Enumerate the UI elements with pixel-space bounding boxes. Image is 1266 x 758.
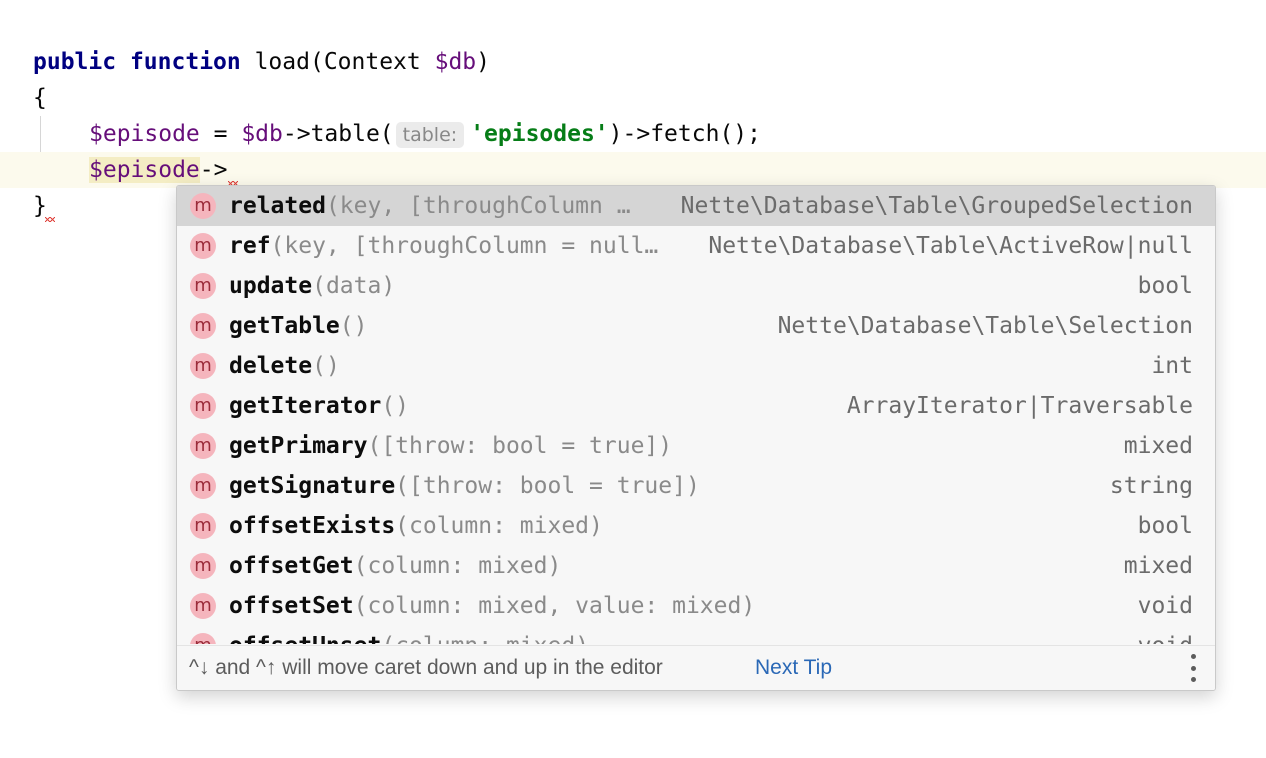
method-name: offsetGet bbox=[229, 553, 354, 579]
code-line-2: { bbox=[0, 80, 1266, 116]
method-signature: (key, [throughColumn … bbox=[325, 193, 631, 219]
completion-item[interactable]: m getSignature([throw: bool = true]) strin… bbox=[177, 466, 1215, 506]
var-db: $db bbox=[241, 121, 283, 147]
method-name: getPrimary bbox=[229, 433, 368, 459]
open-brace: { bbox=[33, 85, 47, 111]
completion-item-name: update(data) bbox=[229, 266, 395, 306]
completion-item[interactable]: m getPrimary([throw: bool = true]) mixed bbox=[177, 426, 1215, 466]
method-signature: ([throw: bool = true]) bbox=[367, 433, 673, 459]
method-icon: m bbox=[190, 593, 216, 619]
return-type: Nette\Database\Table\GroupedSelection bbox=[680, 193, 1193, 219]
method-name: getTable bbox=[229, 313, 340, 339]
return-type: bool bbox=[1137, 513, 1193, 539]
method-icon: m bbox=[190, 233, 216, 259]
method-icon: m bbox=[190, 353, 216, 379]
method-name: getSignature bbox=[229, 473, 396, 499]
var-episode: $episode bbox=[89, 121, 200, 147]
close-brace: } bbox=[33, 193, 47, 219]
return-type: void bbox=[1138, 626, 1193, 644]
completion-item-name: offsetGet(column: mixed) bbox=[229, 546, 561, 586]
more-vertical-icon[interactable] bbox=[1189, 654, 1197, 682]
code-line-4[interactable]: $episode-> bbox=[0, 152, 1266, 188]
completion-item-name: getTable() bbox=[229, 306, 367, 346]
method-signature: (key, [throughColumn = null… bbox=[270, 233, 659, 259]
return-type: bool bbox=[1137, 273, 1193, 299]
method-icon: m bbox=[190, 193, 216, 219]
completion-item[interactable]: m offsetGet(column: mixed) mixed bbox=[177, 546, 1215, 586]
method-signature: (column: mixed) bbox=[381, 633, 589, 644]
method-signature: () bbox=[381, 393, 410, 419]
function-signature: load(Context bbox=[240, 49, 435, 75]
completion-item-name: getSignature([throw: bool = true]) bbox=[229, 466, 700, 506]
completion-item-name: getPrimary([throw: bool = true]) bbox=[229, 426, 672, 466]
return-type: mixed bbox=[1123, 553, 1193, 579]
method-signature: () bbox=[312, 353, 340, 379]
return-type: Nette\Database\Table\ActiveRow|null bbox=[708, 233, 1193, 259]
completion-item[interactable]: m delete() int bbox=[177, 346, 1215, 386]
return-type: Nette\Database\Table\Selection bbox=[777, 313, 1193, 339]
return-type: void bbox=[1137, 593, 1193, 619]
completion-item[interactable]: m getTable() Nette\Database\Table\Selectio… bbox=[177, 306, 1215, 346]
method-icon: m bbox=[190, 313, 216, 339]
method-signature: ([throw: bool = true]) bbox=[395, 473, 700, 499]
method-name: getIterator bbox=[229, 393, 382, 419]
method-icon: m bbox=[190, 273, 216, 299]
completion-item[interactable]: m offsetExists(column: mixed) bool bbox=[177, 506, 1215, 546]
method-icon: m bbox=[190, 513, 216, 539]
method-icon: m bbox=[190, 473, 216, 499]
table-call: ->table( bbox=[282, 121, 394, 147]
completion-item-name: offsetUnset(column: mixed) bbox=[229, 626, 589, 644]
arrow-operator: -> bbox=[199, 157, 228, 183]
method-name: update bbox=[229, 273, 313, 299]
string-episodes: 'episodes' bbox=[470, 121, 609, 147]
method-name: offsetUnset bbox=[229, 633, 381, 644]
completion-item[interactable]: m getIterator() ArrayIterator|Traversable bbox=[177, 386, 1215, 426]
return-type: mixed bbox=[1123, 433, 1193, 459]
completion-footer: ^↓ and ^↑ will move caret down and up in… bbox=[177, 645, 1215, 690]
method-name: ref bbox=[229, 233, 271, 259]
return-type: string bbox=[1109, 473, 1193, 499]
completion-item[interactable]: m related(key, [throughColumn … Nette\Data… bbox=[177, 186, 1215, 226]
var-episode-current: $episode bbox=[89, 157, 200, 183]
code-line-3: $episode = $db->table(table:'episodes')-… bbox=[0, 116, 1266, 152]
completion-item[interactable]: m update(data) bool bbox=[177, 266, 1215, 306]
next-tip-link[interactable]: Next Tip bbox=[755, 646, 832, 690]
completion-item-name: ref(key, [throughColumn = null… bbox=[229, 226, 658, 266]
completion-item[interactable]: m offsetUnset(column: mixed) void bbox=[177, 626, 1215, 644]
method-name: delete bbox=[229, 353, 313, 379]
completion-item[interactable]: m offsetSet(column: mixed, value: mixed) v… bbox=[177, 586, 1215, 626]
method-name: offsetExists bbox=[229, 513, 396, 539]
completion-popup: m related(key, [throughColumn … Nette\Data… bbox=[176, 185, 1216, 691]
code-line-1: public function load(Context $db) bbox=[0, 44, 1266, 80]
tip-text: ^↓ and ^↑ will move caret down and up in… bbox=[189, 656, 663, 679]
method-signature: (column: mixed, value: mixed) bbox=[353, 593, 756, 619]
keyword-function: function bbox=[129, 49, 241, 75]
method-name: offsetSet bbox=[229, 593, 354, 619]
completion-item-name: getIterator() bbox=[229, 386, 409, 426]
method-signature: (column: mixed) bbox=[353, 553, 562, 579]
method-icon: m bbox=[190, 553, 216, 579]
completion-item[interactable]: m ref(key, [throughColumn = null… Nette\Da… bbox=[177, 226, 1215, 266]
method-signature: (data) bbox=[312, 273, 396, 299]
param-db: $db bbox=[434, 49, 477, 75]
assign-op: = bbox=[199, 121, 242, 147]
return-type: ArrayIterator|Traversable bbox=[846, 393, 1193, 419]
param-hint: table: bbox=[395, 121, 465, 148]
signature-close: ) bbox=[476, 49, 491, 75]
error-squiggle bbox=[45, 217, 55, 222]
completion-item-name: delete() bbox=[229, 346, 340, 386]
completion-item-name: offsetSet(column: mixed, value: mixed) bbox=[229, 586, 755, 626]
completion-item-name: offsetExists(column: mixed) bbox=[229, 506, 603, 546]
method-icon: m bbox=[190, 633, 216, 644]
method-icon: m bbox=[190, 433, 216, 459]
fetch-call: )->fetch(); bbox=[608, 121, 761, 147]
completion-list[interactable]: m related(key, [throughColumn … Nette\Data… bbox=[177, 186, 1215, 644]
method-signature: (column: mixed) bbox=[395, 513, 603, 539]
method-name: related bbox=[229, 193, 326, 219]
completion-item-name: related(key, [throughColumn … bbox=[229, 186, 631, 226]
keyword-public: public bbox=[33, 49, 117, 75]
method-signature: () bbox=[339, 313, 368, 339]
return-type: int bbox=[1151, 353, 1193, 379]
method-icon: m bbox=[190, 393, 216, 419]
